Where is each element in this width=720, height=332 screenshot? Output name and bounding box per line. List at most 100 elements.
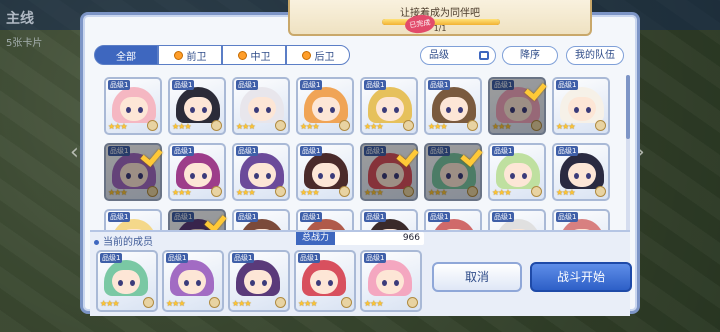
grade-badge: 品级1 — [492, 80, 515, 90]
star-rating: ★★★ — [298, 299, 317, 308]
order-button[interactable]: 降序 — [502, 46, 558, 65]
rank-icon — [209, 297, 220, 308]
character-face — [376, 163, 404, 187]
character-face — [312, 163, 340, 187]
tab-label: 中卫 — [250, 51, 271, 63]
grade-badge: 品级1 — [428, 80, 451, 90]
cancel-button[interactable]: 取消 — [432, 262, 522, 292]
scrollbar-thumb[interactable] — [626, 75, 630, 139]
character-face — [184, 97, 212, 121]
star-rating: ★★★ — [556, 188, 575, 197]
rank-icon — [595, 120, 606, 131]
eye — [266, 173, 271, 179]
character-card[interactable]: 品级1 ★★★ — [296, 77, 354, 135]
character-card[interactable]: 品级1 ★★★ — [552, 77, 610, 135]
eye — [328, 280, 333, 286]
grade-badge: 品级1 — [236, 212, 259, 222]
eye — [184, 280, 189, 286]
rank-icon — [403, 186, 414, 197]
party-member-card[interactable]: 品级1 ★★★ — [96, 250, 158, 312]
character-face — [178, 270, 206, 294]
eye — [190, 107, 195, 113]
character-card[interactable]: 品级1 ★★★ — [552, 143, 610, 201]
grade-badge: 品级1 — [556, 146, 579, 156]
eye — [126, 107, 131, 113]
character-face — [568, 163, 596, 187]
star-rating: ★★★ — [492, 188, 511, 197]
star-rating: ★★★ — [300, 122, 319, 131]
eye — [382, 107, 387, 113]
grade-badge: 品级1 — [364, 253, 387, 263]
eye — [446, 107, 451, 113]
eye — [202, 173, 207, 179]
tab-all[interactable]: 全部 — [94, 45, 158, 65]
eye — [458, 173, 463, 179]
star-rating: ★★★ — [172, 122, 191, 131]
grade-badge: 品级1 — [166, 253, 189, 263]
rank-icon — [407, 297, 418, 308]
grade-badge: 品级1 — [236, 80, 259, 90]
character-card[interactable]: 品级1 ★★★ — [360, 77, 418, 135]
grade-badge: 品级1 — [300, 212, 323, 222]
character-card[interactable]: 品级1 ★★★ — [296, 143, 354, 201]
character-card[interactable]: 品级1 ★★★ — [232, 77, 290, 135]
rank-icon — [275, 297, 286, 308]
rank-icon — [211, 120, 222, 131]
character-card[interactable]: 品级1 ★★★ — [168, 77, 226, 135]
quest-banner: 让接着成为同伴吧 1/1 — [288, 0, 592, 36]
sort-toggle-icon — [479, 51, 489, 60]
character-card[interactable]: 品级1 ★★★ — [104, 77, 162, 135]
rank-icon — [403, 120, 414, 131]
star-rating: ★★★ — [428, 188, 447, 197]
selected-check-icon — [142, 145, 162, 165]
grade-badge: 品级1 — [300, 80, 323, 90]
rank-icon — [531, 120, 542, 131]
tab-front[interactable]: 前卫 — [158, 45, 222, 65]
eye — [586, 107, 591, 113]
eye — [394, 107, 399, 113]
grade-badge: 品级1 — [428, 146, 451, 156]
star-rating: ★★★ — [108, 122, 127, 131]
eye — [196, 280, 201, 286]
eye — [318, 107, 323, 113]
chevron-left-icon[interactable]: ‹ — [70, 140, 79, 165]
eye — [138, 107, 143, 113]
tab-back[interactable]: 后卫 — [286, 45, 350, 65]
rank-icon — [531, 186, 542, 197]
battle-start-button[interactable]: 战斗开始 — [530, 262, 632, 292]
party-member-card[interactable]: 品级1 ★★★ — [162, 250, 224, 312]
star-rating: ★★★ — [428, 122, 447, 131]
character-card[interactable]: 品级1 ★★★ — [232, 143, 290, 201]
star-rating: ★★★ — [364, 188, 383, 197]
character-card[interactable]: 品级1 ★★★ — [488, 143, 546, 201]
grade-badge: 品级1 — [172, 80, 195, 90]
character-face — [376, 270, 404, 294]
party-member-card[interactable]: 品级1 ★★★ — [294, 250, 356, 312]
eye — [202, 107, 207, 113]
rank-icon — [339, 120, 350, 131]
grade-badge: 品级1 — [298, 253, 321, 263]
tab-label: 前卫 — [186, 51, 207, 63]
eye — [394, 173, 399, 179]
rank-icon — [211, 186, 222, 197]
character-card[interactable]: 品级1 ★★★ — [168, 143, 226, 201]
eye — [330, 173, 335, 179]
character-face — [310, 270, 338, 294]
background-subtitle: 5张卡片 — [6, 38, 43, 49]
party-member-card[interactable]: 品级1 ★★★ — [360, 250, 422, 312]
progress-count: 1/1 — [433, 24, 447, 33]
party-member-card[interactable]: 品级1 ★★★ — [228, 250, 290, 312]
star-rating: ★★★ — [100, 299, 119, 308]
grid-scrollbar[interactable] — [626, 75, 630, 235]
my-team-button[interactable]: 我的队伍 — [566, 46, 624, 65]
eye — [522, 173, 527, 179]
star-rating: ★★★ — [108, 188, 127, 197]
rank-icon — [275, 120, 286, 131]
grade-badge: 品级1 — [364, 146, 387, 156]
sort-dropdown[interactable]: 品级 — [420, 46, 496, 65]
grade-badge: 品级1 — [556, 80, 579, 90]
character-card[interactable]: 品级1 ★★★ — [424, 77, 482, 135]
rank-icon — [339, 186, 350, 197]
eye — [130, 280, 135, 286]
tab-middle[interactable]: 中卫 — [222, 45, 286, 65]
